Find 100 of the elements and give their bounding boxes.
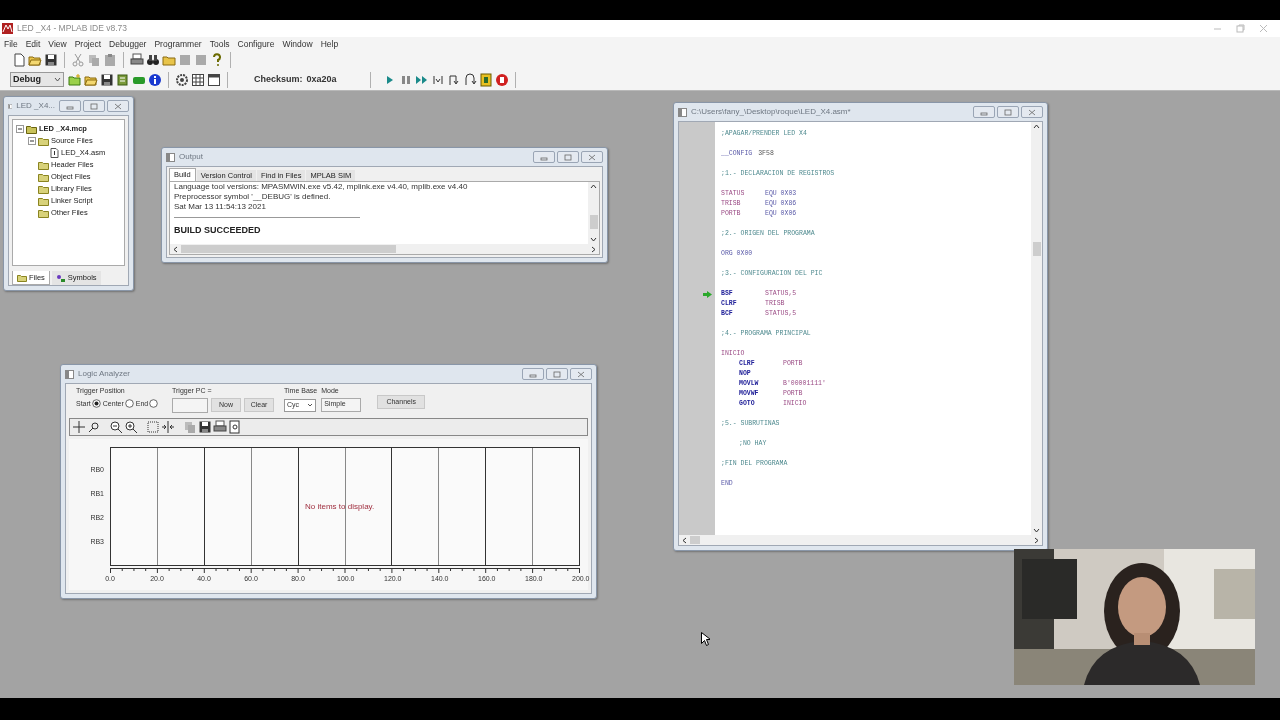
maximize-button[interactable] xyxy=(997,106,1019,118)
gear-icon[interactable] xyxy=(175,72,189,87)
scroll-left-icon[interactable] xyxy=(682,536,687,544)
new-file-icon[interactable] xyxy=(12,53,26,67)
radio-button[interactable] xyxy=(124,399,134,409)
maximize-button[interactable] xyxy=(546,368,568,380)
scroll-right-icon[interactable] xyxy=(591,245,596,253)
maximize-button[interactable] xyxy=(83,100,105,112)
scrollbar[interactable] xyxy=(170,244,599,254)
window-title: Logic Analyzer xyxy=(78,368,132,380)
menu-item[interactable]: Help xyxy=(320,37,339,51)
scroll-thumb[interactable] xyxy=(589,215,598,229)
mouse-cursor-icon xyxy=(701,632,710,646)
folder-icon xyxy=(26,124,37,134)
close-icon xyxy=(588,153,596,161)
empty-message: No items to display. xyxy=(305,501,375,513)
grid-icon[interactable] xyxy=(191,72,205,87)
reset-icon[interactable] xyxy=(479,72,493,87)
scroll-thumb[interactable] xyxy=(1032,241,1041,256)
save-icon[interactable] xyxy=(100,72,114,87)
scroll-down-icon[interactable] xyxy=(1033,528,1040,533)
minimize-button[interactable] xyxy=(973,106,995,118)
help-icon[interactable] xyxy=(210,53,224,67)
build-icon[interactable] xyxy=(116,72,130,87)
minimize-button[interactable] xyxy=(522,368,544,380)
info-icon[interactable] xyxy=(148,72,162,87)
copy-icon[interactable] xyxy=(87,53,101,67)
menu-item[interactable]: Programmer xyxy=(154,37,202,51)
step-over-icon[interactable] xyxy=(447,72,461,87)
preview-icon[interactable] xyxy=(228,420,242,434)
print-icon[interactable] xyxy=(213,420,227,434)
close-icon xyxy=(1028,108,1036,116)
step-out-icon[interactable] xyxy=(463,72,477,87)
scroll-left-icon[interactable] xyxy=(173,245,178,253)
menu-item[interactable]: Project xyxy=(74,37,102,51)
checksum-label: Checksum: xyxy=(254,72,303,86)
print-icon[interactable] xyxy=(130,53,144,67)
maximize-button[interactable] xyxy=(557,151,579,163)
close-button[interactable] xyxy=(581,151,603,163)
close-button[interactable] xyxy=(107,100,129,112)
zoom-in-icon[interactable] xyxy=(124,420,138,434)
close-icon[interactable] xyxy=(1259,24,1268,33)
folder-icon xyxy=(38,136,49,146)
radio-button[interactable] xyxy=(149,399,159,409)
close-button[interactable] xyxy=(1021,106,1043,118)
scroll-right-icon[interactable] xyxy=(1034,536,1039,544)
folder-icon xyxy=(38,160,49,170)
split-icon[interactable] xyxy=(161,420,175,434)
document-icon xyxy=(8,101,13,111)
folder-icon xyxy=(38,196,49,206)
document-icon xyxy=(65,369,74,379)
maximize-icon xyxy=(1004,108,1012,116)
breakpoint-icon[interactable] xyxy=(495,72,509,87)
close-icon xyxy=(577,370,585,378)
new-folder-icon[interactable] xyxy=(68,72,82,87)
file-icon xyxy=(50,148,59,158)
folder-icon xyxy=(38,208,49,218)
menu-item[interactable]: Tools xyxy=(209,37,230,51)
trigger-pc-field[interactable] xyxy=(172,397,208,413)
menu-item[interactable]: Debugger xyxy=(109,37,147,51)
save-icon[interactable] xyxy=(198,420,212,434)
maximize-icon xyxy=(90,102,98,110)
menu-item[interactable]: Edit xyxy=(25,37,41,51)
window-title: C:\Users\fany_\Desktop\roque\LED_X4.asm* xyxy=(691,106,852,118)
document-icon xyxy=(678,107,687,117)
menu-item[interactable]: File xyxy=(4,37,18,51)
scroll-up-icon[interactable] xyxy=(1033,124,1040,129)
save-icon[interactable] xyxy=(44,53,58,67)
caret-icon xyxy=(54,77,61,82)
menu-item[interactable]: Configure xyxy=(237,37,275,51)
checksum-value: 0xa20a xyxy=(306,72,337,86)
radio-button[interactable] xyxy=(91,399,101,409)
folder-icon xyxy=(17,273,27,282)
scrollbar[interactable] xyxy=(1031,122,1042,535)
configuration-dropdown[interactable]: Debug xyxy=(10,72,64,87)
folder-icon xyxy=(38,184,49,194)
minimize-button[interactable] xyxy=(59,100,81,112)
current-line-icon xyxy=(703,290,712,298)
menu-item[interactable]: View xyxy=(48,37,67,51)
zoom-select-icon[interactable] xyxy=(87,420,101,434)
restore-icon[interactable] xyxy=(1236,24,1245,33)
open-folder-icon[interactable] xyxy=(28,53,42,67)
scroll-down-icon[interactable] xyxy=(590,237,597,242)
scroll-thumb[interactable] xyxy=(181,245,396,253)
maximize-icon xyxy=(564,153,572,161)
close-button[interactable] xyxy=(570,368,592,380)
paste-icon[interactable] xyxy=(103,53,117,67)
window-icon[interactable] xyxy=(207,72,221,87)
collapse-icon[interactable] xyxy=(16,125,24,133)
scroll-up-icon[interactable] xyxy=(590,184,597,189)
scroll-thumb[interactable] xyxy=(690,536,700,544)
binoculars-icon[interactable] xyxy=(146,53,160,67)
cut-icon[interactable] xyxy=(71,53,85,67)
menu-item[interactable]: Window xyxy=(282,37,313,51)
zoom-out-icon[interactable] xyxy=(109,420,123,434)
minimize-button[interactable] xyxy=(533,151,555,163)
collapse-icon[interactable] xyxy=(28,137,36,145)
window-title: LED _X4 - MPLAB IDE v8.73 xyxy=(17,22,129,35)
output-line: Preprocessor symbol '__DEBUG' is defined. xyxy=(174,192,332,202)
scrollbar[interactable] xyxy=(588,182,599,244)
